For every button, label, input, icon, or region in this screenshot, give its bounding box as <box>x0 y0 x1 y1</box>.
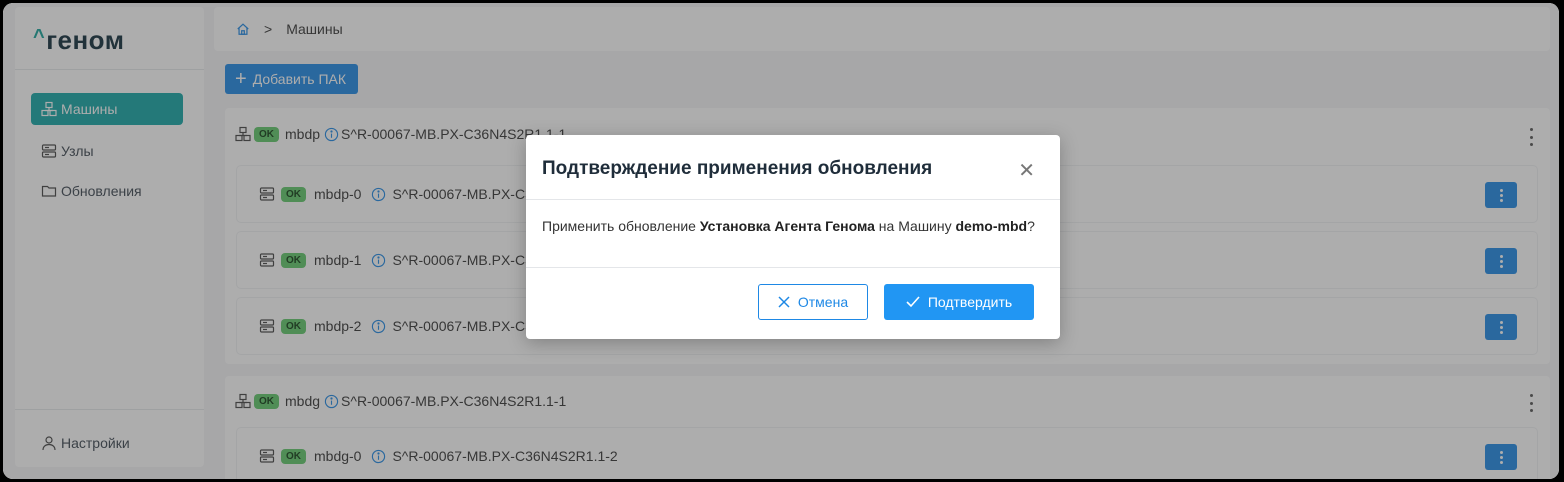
confirm-label: Подтвердить <box>927 294 1013 310</box>
message-suffix: ? <box>1027 218 1035 234</box>
cancel-button[interactable]: Отмена <box>758 284 868 320</box>
close-icon[interactable]: ✕ <box>1018 161 1035 181</box>
dialog-divider <box>526 199 1060 200</box>
app-background: ^геном Машины Узлы Обновления Настройки … <box>3 3 1559 479</box>
check-icon <box>906 296 920 308</box>
dialog-message: Применить обновление Установка Агента Ге… <box>542 217 1052 235</box>
update-name: Установка Агента Генома <box>699 218 875 234</box>
cancel-label: Отмена <box>797 294 849 310</box>
confirm-button[interactable]: Подтвердить <box>884 284 1034 320</box>
message-prefix: Применить обновление <box>542 218 700 234</box>
confirm-update-dialog: Подтверждение применения обновления ✕ Пр… <box>526 135 1060 339</box>
target-machine-name: demo-mbd <box>955 218 1028 234</box>
message-middle: на Машину <box>874 218 956 234</box>
dialog-divider <box>526 267 1060 268</box>
app-window: ^геном Машины Узлы Обновления Настройки … <box>3 3 1559 479</box>
dialog-title: Подтверждение применения обновления <box>542 158 933 179</box>
close-icon <box>778 296 790 308</box>
